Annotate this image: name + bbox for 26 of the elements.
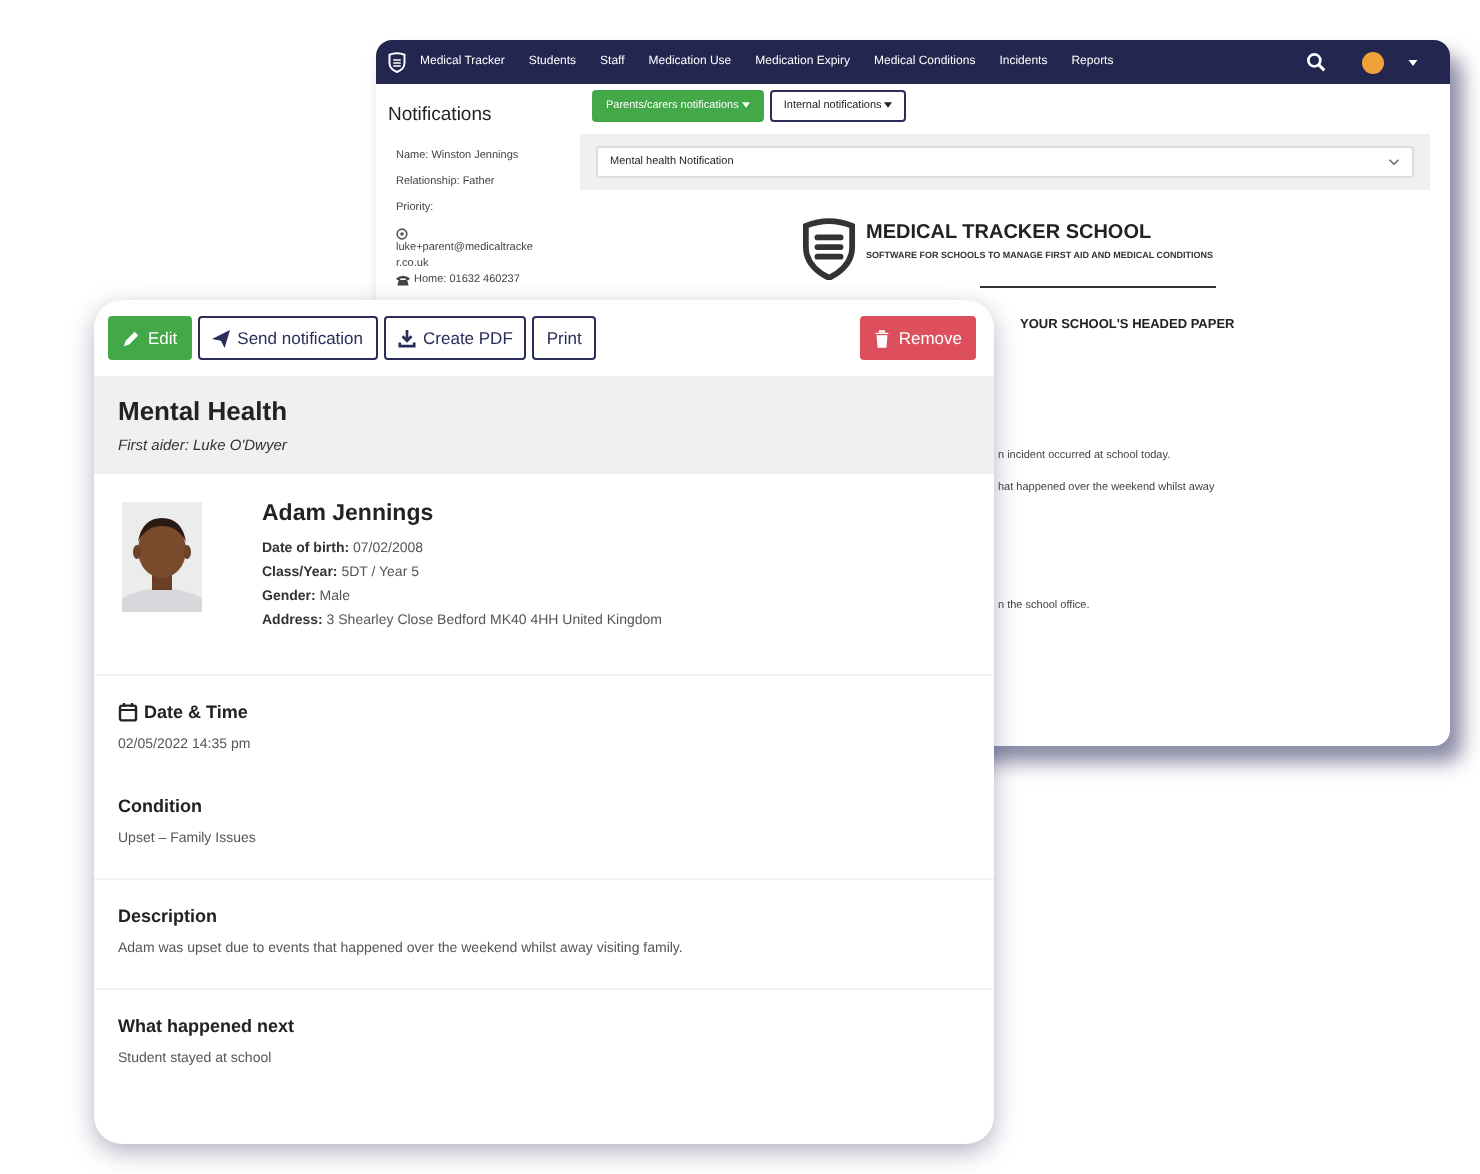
paper-plane-icon	[211, 329, 230, 347]
chevron-icon	[1388, 158, 1400, 166]
download-icon	[397, 329, 416, 347]
remove-button[interactable]: Remove	[860, 316, 976, 360]
section-heading: Description	[118, 906, 218, 926]
calendar-icon	[118, 702, 138, 722]
shield-icon[interactable]	[388, 51, 406, 73]
school-name: MEDICAL TRACKER SCHOOL	[866, 222, 1154, 244]
caret-icon	[884, 102, 893, 108]
section-heading: What happened next	[118, 1016, 295, 1036]
section-heading: Date & Time	[144, 702, 248, 722]
search-icon[interactable]	[1306, 52, 1326, 72]
toolbar-button[interactable]: Print	[532, 316, 596, 360]
section-heading: Condition	[118, 796, 202, 816]
toolbar-button[interactable]: Send notification	[197, 316, 378, 360]
caret-icon	[741, 102, 750, 108]
student-name: Adam Jennings	[262, 502, 436, 526]
sidebar-title: Notifications	[388, 104, 494, 126]
caret-icon[interactable]	[1408, 59, 1418, 65]
shield-logo-icon	[802, 218, 856, 280]
phone-icon	[396, 274, 410, 287]
pencil-icon	[122, 329, 140, 347]
incident-title: Mental Health	[118, 396, 290, 426]
toolbar-button[interactable]: Create PDF	[383, 316, 527, 360]
trash-icon	[874, 329, 891, 347]
avatar[interactable]	[1362, 51, 1384, 73]
